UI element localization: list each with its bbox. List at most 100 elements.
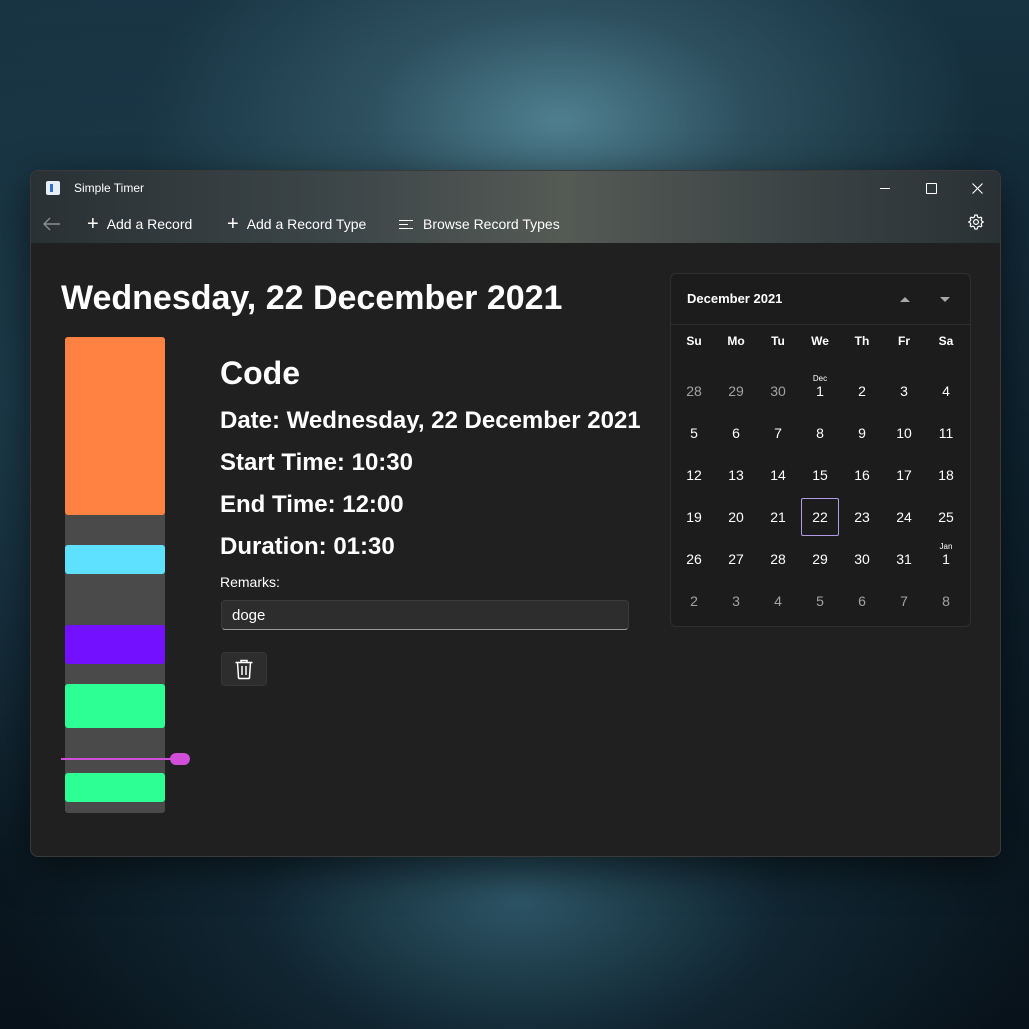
calendar-day[interactable]: 7	[757, 412, 799, 454]
calendar-day[interactable]: 24	[883, 496, 925, 538]
close-icon	[971, 182, 983, 194]
calendar-day-number: 30	[770, 383, 786, 399]
calendar-day-number: 29	[728, 383, 744, 399]
timeline-record-block[interactable]	[65, 545, 165, 574]
list-icon	[399, 217, 413, 232]
calendar-day-number: 8	[942, 593, 950, 609]
back-button[interactable]	[37, 209, 67, 239]
delete-record-button[interactable]	[221, 652, 267, 686]
calendar-header: December 2021	[671, 274, 970, 325]
calendar-day[interactable]: 20	[715, 496, 757, 538]
calendar-day[interactable]: 3	[715, 580, 757, 622]
calendar-day[interactable]: 17	[883, 454, 925, 496]
calendar-day-number: 8	[816, 425, 824, 441]
maximize-button[interactable]	[908, 171, 954, 205]
maximize-icon	[925, 182, 937, 194]
calendar-previous-button[interactable]	[893, 288, 917, 310]
record-date: Date: Wednesday, 22 December 2021	[220, 407, 641, 434]
remarks-input[interactable]	[221, 600, 629, 630]
calendar-day-grid: 28 29 30 Dec 1 2 3 4 5 6 7 8 9 10 11 12 13 14 15 16 17 18 19 20…	[673, 370, 967, 622]
gear-icon	[968, 214, 984, 230]
calendar-day-number: 18	[938, 467, 954, 483]
calendar-day[interactable]: 11	[925, 412, 967, 454]
page-title: Wednesday, 22 December 2021	[61, 279, 563, 317]
calendar-day-number: 30	[854, 551, 870, 567]
calendar-day-number: 6	[858, 593, 866, 609]
record-type-title: Code	[220, 355, 300, 391]
calendar-day-number: 31	[896, 551, 912, 567]
calendar-day-number: 13	[728, 467, 744, 483]
calendar-day-number: 4	[774, 593, 782, 609]
calendar-day-number: 29	[812, 551, 828, 567]
calendar-day[interactable]: 2	[673, 580, 715, 622]
calendar-day[interactable]: 8	[925, 580, 967, 622]
calendar-day[interactable]: 3	[883, 370, 925, 412]
calendar-day[interactable]: 12	[673, 454, 715, 496]
plus-icon: +	[87, 213, 99, 235]
calendar-day[interactable]: 7	[883, 580, 925, 622]
calendar-day-number: 25	[938, 509, 954, 525]
calendar-day[interactable]: 21	[757, 496, 799, 538]
add-record-button[interactable]: + Add a Record	[87, 212, 192, 236]
calendar-day[interactable]: 6	[841, 580, 883, 622]
calendar-day-today[interactable]: 22	[801, 498, 839, 536]
calendar-day[interactable]: 29	[715, 370, 757, 412]
calendar-next-button[interactable]	[933, 288, 957, 310]
calendar-day[interactable]: 4	[757, 580, 799, 622]
calendar-day-number: 27	[728, 551, 744, 567]
timeline-record-block[interactable]	[65, 337, 165, 515]
calendar-weekday-label: Th	[854, 334, 870, 348]
calendar-day[interactable]: 9	[841, 412, 883, 454]
calendar-weekday-row: Su Mo Tu We Th Fr Sa	[673, 334, 967, 348]
calendar-day[interactable]: 28	[757, 538, 799, 580]
day-timeline[interactable]	[65, 337, 165, 813]
calendar-day[interactable]: 13	[715, 454, 757, 496]
calendar-day[interactable]: 5	[799, 580, 841, 622]
calendar-day-number: 2	[690, 593, 698, 609]
title-bar[interactable]: Simple Timer	[31, 171, 1000, 205]
calendar-day[interactable]: 25	[925, 496, 967, 538]
calendar-day[interactable]: 5	[673, 412, 715, 454]
calendar-month-label[interactable]: December 2021	[687, 291, 782, 306]
calendar-day[interactable]: Dec 1	[799, 370, 841, 412]
calendar-day[interactable]: 31	[883, 538, 925, 580]
calendar-day[interactable]: 4	[925, 370, 967, 412]
calendar-day[interactable]: 15	[799, 454, 841, 496]
minimize-button[interactable]	[862, 171, 908, 205]
add-record-label: Add a Record	[106, 216, 193, 232]
calendar-day[interactable]: 2	[841, 370, 883, 412]
remarks-label: Remarks:	[220, 574, 280, 590]
calendar-day[interactable]: 30	[841, 538, 883, 580]
timeline-record-block[interactable]	[65, 684, 165, 728]
calendar-day-number: 1	[816, 383, 824, 399]
minimize-icon	[880, 187, 890, 189]
calendar-day[interactable]: Jan 1	[925, 538, 967, 580]
calendar-day-number: 6	[732, 425, 740, 441]
calendar-day[interactable]: 23	[841, 496, 883, 538]
record-start-time: Start Time: 10:30	[220, 449, 413, 476]
calendar-day[interactable]: 14	[757, 454, 799, 496]
calendar-weekday-label: We	[811, 334, 829, 348]
add-record-type-button[interactable]: + Add a Record Type	[227, 212, 366, 236]
calendar-day[interactable]: 28	[673, 370, 715, 412]
calendar-day-number: 14	[770, 467, 786, 483]
plus-icon: +	[227, 213, 239, 235]
timeline-record-block[interactable]	[65, 773, 165, 802]
app-title: Simple Timer	[74, 181, 145, 195]
calendar-day[interactable]: 8	[799, 412, 841, 454]
calendar-day-number: 5	[816, 593, 824, 609]
calendar-day[interactable]: 18	[925, 454, 967, 496]
calendar-day[interactable]: 19	[673, 496, 715, 538]
calendar-day[interactable]: 6	[715, 412, 757, 454]
calendar-day[interactable]: 27	[715, 538, 757, 580]
browse-record-types-button[interactable]: Browse Record Types	[399, 212, 560, 236]
current-time-handle[interactable]	[170, 753, 190, 765]
calendar-day[interactable]: 30	[757, 370, 799, 412]
settings-button[interactable]	[967, 213, 985, 231]
calendar-day[interactable]: 16	[841, 454, 883, 496]
calendar-day[interactable]: 26	[673, 538, 715, 580]
timeline-record-block[interactable]	[65, 625, 165, 664]
calendar-day[interactable]: 10	[883, 412, 925, 454]
calendar-day[interactable]: 29	[799, 538, 841, 580]
close-button[interactable]	[954, 171, 1000, 205]
